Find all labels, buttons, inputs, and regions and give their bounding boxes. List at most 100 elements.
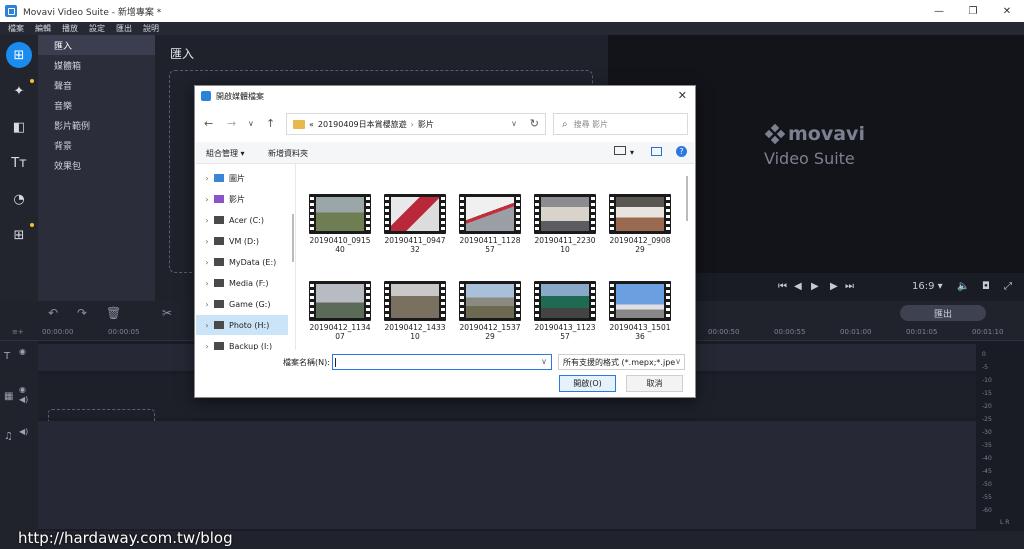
dialog-close-button[interactable]: ✕ (678, 89, 687, 102)
file-scrollbar[interactable] (686, 176, 688, 221)
video-file-item[interactable]: 20190412_0908 29 (607, 194, 673, 254)
back-icon[interactable]: ← (204, 117, 213, 130)
add-track-icon[interactable]: ≡+ (12, 328, 24, 336)
forward-icon[interactable]: → (227, 117, 236, 130)
side-item-effect-packs[interactable]: 效果包 (38, 155, 155, 175)
search-box[interactable]: ⌕ 搜尋 影片 (553, 113, 688, 135)
filters-tool-button[interactable]: ✦ (6, 78, 34, 104)
go-end-icon[interactable]: ⏭ (845, 281, 854, 292)
snapshot-icon[interactable]: ◘ (982, 281, 990, 292)
mute-icon[interactable]: ◀) (19, 395, 28, 404)
fullscreen-icon[interactable]: ⤢ (1004, 281, 1012, 292)
video-file-item[interactable]: 20190411_1128 57 (457, 194, 523, 254)
minimize-button[interactable]: — (922, 0, 956, 22)
volume-icon[interactable]: 🔈 (957, 281, 969, 292)
tree-item[interactable]: › Backup (I:) (196, 336, 288, 350)
side-item-backgrounds[interactable]: 背景 (38, 135, 155, 155)
filename-input[interactable]: ∨ (332, 354, 552, 370)
address-bar[interactable]: « 20190409日本賞櫻旅遊 › 影片 ∨ ↻ (286, 113, 546, 135)
cancel-button[interactable]: 取消 (626, 375, 683, 392)
file-name: 20190412_0908 29 (607, 236, 673, 254)
side-item-sounds[interactable]: 聲音 (38, 75, 155, 95)
video-file-item[interactable]: 20190410_0915 40 (307, 194, 373, 254)
address-dropdown-icon[interactable]: ∨ (511, 119, 517, 128)
import-tool-button[interactable]: ⊞ (6, 42, 32, 68)
titles-tool-button[interactable]: Tт (6, 150, 32, 176)
tree-item[interactable]: › VM (D:) (196, 231, 288, 251)
view-dropdown-icon[interactable]: ▾ (630, 148, 634, 157)
expand-chevron-icon[interactable]: › (200, 279, 214, 288)
video-file-item[interactable]: 20190411_2230 10 (532, 194, 598, 254)
undo-icon[interactable]: ↶ (48, 306, 58, 320)
expand-chevron-icon[interactable]: › (200, 321, 214, 330)
organize-button[interactable]: 組合管理 ▾ (206, 148, 245, 159)
refresh-icon[interactable]: ↻ (530, 117, 539, 130)
titles-icon: Tт (11, 155, 27, 171)
expand-chevron-icon[interactable]: › (200, 216, 214, 225)
tree-item[interactable]: › Media (F:) (196, 273, 288, 293)
tree-item[interactable]: › 影片 (196, 189, 288, 209)
next-frame-icon[interactable]: ▶ (830, 281, 838, 292)
menu-export[interactable]: 匯出 (116, 23, 132, 34)
video-file-item[interactable]: 20190412_1134 07 (307, 281, 373, 341)
video-file-item[interactable]: 20190411_0947 32 (382, 194, 448, 254)
recent-locations-icon[interactable]: ∨ (248, 119, 254, 128)
video-file-item[interactable]: 20190412_1537 29 (457, 281, 523, 341)
tree-item[interactable]: › 圖片 (196, 168, 288, 188)
menu-settings[interactable]: 設定 (89, 23, 105, 34)
file-type-dropdown-icon[interactable]: ∨ (675, 357, 681, 366)
up-folder-icon[interactable]: ↑ (266, 117, 275, 130)
menu-help[interactable]: 說明 (143, 23, 159, 34)
visibility-icon[interactable]: ◉ (19, 385, 26, 394)
expand-chevron-icon[interactable]: › (200, 174, 214, 183)
video-file-item[interactable]: 20190412_1433 10 (382, 281, 448, 341)
tree-scrollbar[interactable] (291, 164, 295, 350)
play-icon[interactable]: ▶ (811, 281, 819, 292)
side-item-music[interactable]: 音樂 (38, 95, 155, 115)
side-item-media-bin[interactable]: 媒體箱 (38, 55, 155, 75)
menu-play[interactable]: 播放 (62, 23, 78, 34)
video-file-item[interactable]: 20190413_1123 57 (532, 281, 598, 341)
tree-item[interactable]: › Acer (C:) (196, 210, 288, 230)
stickers-tool-button[interactable]: ◔ (6, 186, 32, 212)
aspect-ratio-select[interactable]: 16:9 ▾ (912, 281, 943, 292)
transitions-tool-button[interactable]: ◧ (6, 114, 32, 140)
filename-dropdown-icon[interactable]: ∨ (541, 357, 547, 366)
mute-icon[interactable]: ◀) (19, 427, 28, 436)
expand-chevron-icon[interactable]: › (200, 342, 214, 351)
file-name: 20190412_1134 07 (307, 323, 373, 341)
tree-item[interactable]: › Game (G:) (196, 294, 288, 314)
prev-frame-icon[interactable]: ◀ (794, 281, 802, 292)
path-segment[interactable]: 影片 (418, 119, 434, 130)
tree-item[interactable]: › Photo (H:) (196, 315, 288, 335)
delete-icon[interactable]: 🗑 (106, 306, 121, 320)
file-name-line: 57 (560, 332, 570, 341)
video-file-item[interactable]: 20190413_1501 36 (607, 281, 673, 341)
help-icon[interactable]: ? (676, 146, 687, 157)
menu-file[interactable]: 檔案 (8, 23, 24, 34)
redo-icon[interactable]: ↷ (77, 306, 87, 320)
path-segment[interactable]: 20190409日本賞櫻旅遊 (318, 119, 407, 130)
music-track[interactable] (38, 421, 976, 529)
view-icon[interactable] (614, 146, 626, 155)
side-item-import[interactable]: 匯入 (38, 35, 155, 55)
cut-icon[interactable]: ✂ (162, 306, 172, 320)
preview-pane-icon[interactable] (651, 147, 662, 156)
expand-chevron-icon[interactable]: › (200, 300, 214, 309)
maximize-button[interactable]: ❐ (956, 0, 990, 22)
visibility-icon[interactable]: ◉ (19, 347, 26, 356)
open-button[interactable]: 開啟(O) (559, 375, 616, 392)
new-folder-button[interactable]: 新增資料夾 (268, 148, 308, 159)
expand-chevron-icon[interactable]: › (200, 258, 214, 267)
expand-chevron-icon[interactable]: › (200, 195, 214, 204)
expand-chevron-icon[interactable]: › (200, 237, 214, 246)
close-button[interactable]: ✕ (990, 0, 1024, 22)
go-start-icon[interactable]: ⏮ (778, 281, 787, 292)
tree-item[interactable]: › MyData (E:) (196, 252, 288, 272)
side-item-sample-videos[interactable]: 影片範例 (38, 115, 155, 135)
menu-edit[interactable]: 編輯 (35, 23, 51, 34)
file-name-line: 20190413_1501 (609, 323, 671, 332)
export-button[interactable]: 匯出 (900, 305, 986, 321)
more-tools-button[interactable]: ⊞ (6, 222, 34, 248)
file-type-select[interactable]: 所有支援的格式 (*.mepx;*.jpe ∨ (558, 354, 685, 370)
